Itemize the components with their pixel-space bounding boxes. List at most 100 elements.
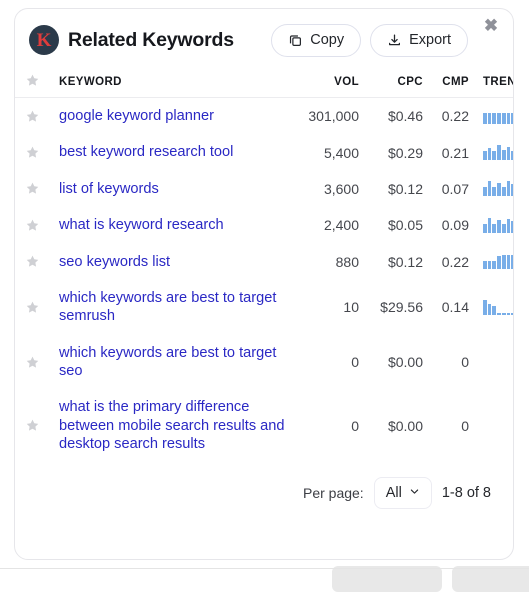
star-icon[interactable]: [25, 109, 40, 124]
vol-cell: 880: [335, 253, 359, 270]
panel-brand: K Related Keywords: [29, 25, 271, 55]
panel-title: Related Keywords: [68, 28, 234, 51]
cpc-cell: $0.46: [387, 108, 423, 125]
header-cmp[interactable]: CMP: [429, 63, 475, 98]
keyword-link[interactable]: which keywords are best to target semrus…: [59, 289, 291, 326]
trend-sparkline: [483, 299, 513, 315]
cmp-cell: 0.09: [441, 217, 469, 234]
cpc-cell: $0.12: [387, 253, 423, 270]
cmp-cell: 0: [461, 354, 469, 370]
keyword-link[interactable]: seo keywords list: [59, 253, 170, 271]
cmp-cell: 0.14: [441, 299, 469, 316]
table-row: best keyword research tool 5,400 $0.29 0.21: [15, 134, 513, 170]
cpc-cell: $0.00: [387, 417, 423, 434]
download-icon: [387, 33, 402, 48]
trend-cell: [475, 98, 513, 135]
vol-cell: 10: [343, 299, 359, 316]
header-keyword[interactable]: KEYWORD: [55, 63, 291, 98]
trend-cell: [475, 335, 513, 390]
export-button[interactable]: Export: [370, 23, 468, 57]
trend-sparkline: [483, 109, 513, 124]
table-row: list of keywords 3,600 $0.12 0.07: [15, 171, 513, 207]
keyword-cell: which keywords are best to target semrus…: [55, 280, 291, 335]
keyword-link[interactable]: which keywords are best to target seo: [59, 344, 291, 381]
favorite-cell[interactable]: [15, 280, 55, 335]
keyword-link[interactable]: best keyword research tool: [59, 143, 233, 161]
trend-sparkline: [483, 254, 513, 270]
header-trend[interactable]: TREND: [475, 63, 513, 98]
keyword-link[interactable]: what is the primary difference between m…: [59, 398, 291, 453]
cmp-cell: 0.22: [441, 253, 469, 270]
table-row: google keyword planner 301,000 $0.46 0.22: [15, 98, 513, 135]
cpc-cell: $0.12: [387, 180, 423, 197]
star-icon[interactable]: [25, 218, 40, 233]
table-row: what is the primary difference between m…: [15, 389, 513, 462]
trend-cell: [475, 134, 513, 170]
keyword-cell: google keyword planner: [55, 98, 291, 135]
trend-cell: [475, 389, 513, 462]
vol-cell: 0: [351, 417, 359, 434]
per-page-select[interactable]: All: [373, 476, 432, 509]
header-vol[interactable]: VOL: [291, 63, 365, 98]
background-chip-left: [332, 566, 442, 592]
vol-cell: 0: [351, 354, 359, 370]
favorite-cell[interactable]: [15, 134, 55, 170]
keyword-cell: list of keywords: [55, 171, 291, 207]
star-icon[interactable]: [25, 418, 40, 433]
panel-header-actions: Copy Export ✖: [271, 17, 499, 57]
header-cpc[interactable]: CPC: [365, 63, 429, 98]
table-header-row: KEYWORD VOL CPC CMP TREND: [15, 63, 513, 98]
cpc-cell: $29.56: [380, 299, 423, 316]
background-chip-right: [452, 566, 529, 592]
trend-cell: [475, 280, 513, 335]
related-keywords-panel: K Related Keywords Copy Export ✖ KEYWORD…: [14, 8, 514, 560]
star-icon[interactable]: [25, 254, 40, 269]
table-row: what is keyword research 2,400 $0.05 0.09: [15, 207, 513, 243]
trend-sparkline: [483, 181, 513, 197]
favorite-cell[interactable]: [15, 98, 55, 135]
keywords-table: KEYWORD VOL CPC CMP TREND google keyword…: [15, 63, 513, 463]
keywords-table-head: KEYWORD VOL CPC CMP TREND: [15, 63, 513, 98]
vol-cell: 301,000: [308, 108, 359, 125]
per-page-value: All: [385, 484, 402, 501]
star-icon: [26, 74, 39, 86]
keyword-cell: what is keyword research: [55, 207, 291, 243]
trend-cell: [475, 244, 513, 280]
star-icon[interactable]: [25, 355, 40, 370]
favorite-cell[interactable]: [15, 389, 55, 462]
favorite-cell[interactable]: [15, 335, 55, 390]
favorite-cell[interactable]: [15, 171, 55, 207]
cmp-cell: 0.22: [441, 108, 469, 125]
pagination-range: 1-8 of 8: [441, 484, 491, 501]
star-icon[interactable]: [25, 300, 40, 315]
trend-sparkline: [483, 145, 513, 161]
keywords-table-body: google keyword planner 301,000 $0.46 0.22 be…: [15, 98, 513, 463]
keyword-cell: seo keywords list: [55, 244, 291, 280]
cpc-cell: $0.00: [387, 354, 423, 370]
copy-button-label: Copy: [310, 32, 345, 48]
vol-cell: 2,400: [323, 217, 359, 234]
cmp-cell: 0: [461, 417, 469, 434]
export-button-label: Export: [409, 32, 451, 48]
cmp-cell: 0.21: [441, 144, 469, 161]
keyword-cell: which keywords are best to target seo: [55, 335, 291, 390]
copy-icon: [288, 33, 303, 48]
keyword-link[interactable]: google keyword planner: [59, 107, 214, 125]
trend-sparkline: [483, 217, 513, 233]
star-icon[interactable]: [25, 181, 40, 196]
favorite-cell[interactable]: [15, 207, 55, 243]
panel-header: K Related Keywords Copy Export ✖: [15, 9, 513, 63]
keywords-everywhere-logo-icon: K: [29, 25, 59, 55]
close-icon[interactable]: ✖: [483, 17, 499, 34]
vol-cell: 5,400: [323, 144, 359, 161]
copy-button[interactable]: Copy: [271, 23, 362, 57]
cpc-cell: $0.29: [387, 144, 423, 161]
keyword-link[interactable]: list of keywords: [59, 180, 159, 198]
keyword-link[interactable]: what is keyword research: [59, 216, 224, 234]
background-divider: [0, 568, 529, 569]
vol-cell: 3,600: [323, 180, 359, 197]
cmp-cell: 0.07: [441, 180, 469, 197]
star-icon[interactable]: [25, 145, 40, 160]
cpc-cell: $0.05: [387, 217, 423, 234]
favorite-cell[interactable]: [15, 244, 55, 280]
